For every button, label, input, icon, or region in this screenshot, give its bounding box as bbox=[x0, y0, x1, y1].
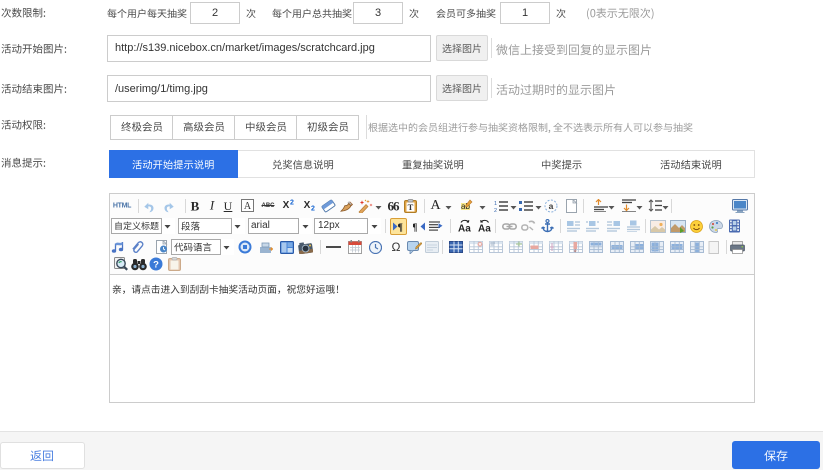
svg-text:Aa: Aa bbox=[478, 224, 491, 234]
svg-text:a: a bbox=[549, 201, 554, 211]
svg-text:¶: ¶ bbox=[397, 222, 402, 232]
svg-text:1: 1 bbox=[494, 201, 497, 207]
svg-text:T: T bbox=[407, 202, 413, 212]
svg-text:A: A bbox=[243, 201, 251, 212]
svg-text:?: ? bbox=[153, 260, 159, 271]
svg-text:2: 2 bbox=[494, 208, 497, 212]
svg-text:¶: ¶ bbox=[413, 222, 417, 232]
svg-text:Aa: Aa bbox=[458, 224, 471, 234]
